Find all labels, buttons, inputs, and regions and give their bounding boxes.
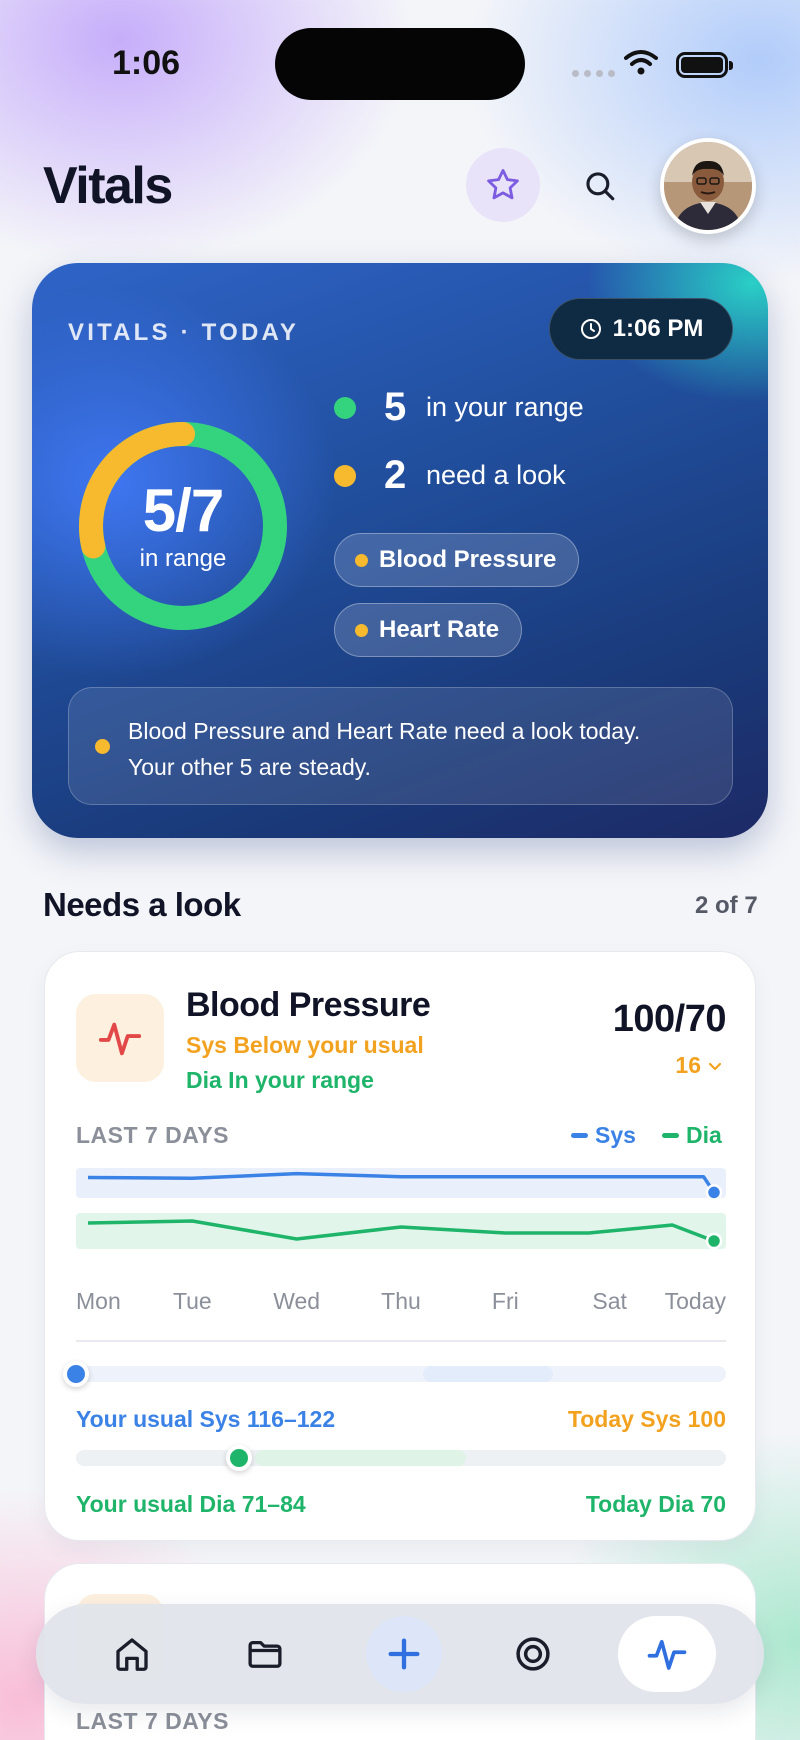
legend-dia: Dia — [662, 1122, 722, 1149]
goals-icon — [516, 1637, 550, 1671]
attention-dot — [355, 623, 368, 637]
page-title: Vitals — [43, 157, 173, 215]
tab-add[interactable] — [366, 1616, 442, 1692]
x-tick-label: Thu — [381, 1288, 421, 1314]
chip-heart-rate[interactable]: Heart Rate — [334, 603, 523, 657]
x-tick-label: Fri — [491, 1288, 519, 1314]
bp-value: 100/70 — [612, 998, 727, 1040]
attention-dot — [334, 464, 356, 487]
summary-time-pill: 1:06 PM — [549, 298, 733, 360]
chart-period: LAST 7 DAYS — [76, 1708, 229, 1734]
tab-bar — [36, 1604, 764, 1704]
sys-usual-band — [422, 1366, 553, 1382]
cellular-signal-icon — [572, 70, 615, 77]
tab-records[interactable] — [227, 1616, 303, 1692]
search-icon — [586, 172, 615, 201]
bp-delta: 16 — [675, 1052, 701, 1078]
wifi-icon — [624, 50, 658, 75]
attention-count: 2 — [384, 453, 407, 497]
card-title: Blood Pressure — [186, 986, 431, 1024]
needs-look-title: Needs a look — [43, 886, 241, 923]
attention-dot — [355, 553, 368, 567]
chip-label: Blood Pressure — [379, 546, 557, 573]
x-tick-label: Tue — [172, 1288, 212, 1314]
in-range-count: 5 — [384, 385, 407, 429]
bp-line-chart — [76, 1168, 726, 1250]
chip-blood-pressure[interactable]: Blood Pressure — [334, 533, 580, 587]
chip-label: Heart Rate — [379, 616, 500, 643]
sys-status: Sys Below your usual — [186, 1032, 424, 1058]
needs-look-count: 2 of 7 — [695, 892, 758, 919]
chart-period: LAST 7 DAYS — [76, 1122, 229, 1148]
x-tick-label: Sat — [592, 1288, 627, 1314]
vitals-card-icon — [76, 994, 164, 1082]
dia-status: Dia In your range — [186, 1067, 374, 1093]
in-range-fraction: 5/7 — [142, 477, 224, 544]
summary-note-line1: Blood Pressure and Heart Rate need a loo… — [128, 718, 641, 744]
usual-dia: Your usual Dia 71–84 — [76, 1491, 306, 1517]
vitals-icon — [647, 1639, 687, 1670]
pulse-icon — [98, 1022, 142, 1056]
x-tick-label: Wed — [273, 1288, 321, 1314]
dia-today-marker — [225, 1445, 252, 1471]
dia-today-point — [705, 1232, 723, 1250]
in-range-caption: in range — [139, 545, 227, 572]
favorites-button[interactable] — [466, 148, 540, 222]
in-range-dot — [334, 396, 356, 419]
battery-icon — [676, 52, 733, 78]
attention-stat: 2 need a look — [334, 453, 566, 498]
chart-x-axis: Mon Tue Wed Thu Fri Sat Today — [76, 1288, 726, 1318]
bp-delta-toggle[interactable]: 16 — [675, 1052, 723, 1079]
legend-dia-label: Dia — [686, 1122, 722, 1148]
sys-today-point — [705, 1184, 723, 1201]
sys-today-marker — [63, 1361, 89, 1387]
blood-pressure-card[interactable]: Blood Pressure Sys Below your usual Dia … — [44, 951, 756, 1541]
dynamic-island — [275, 28, 525, 100]
in-range-stat: 5 in your range — [334, 385, 584, 430]
dia-usual-band — [254, 1450, 466, 1466]
summary-note-line2: Your other 5 are steady. — [128, 754, 371, 780]
avatar[interactable] — [660, 138, 756, 234]
avatar-image — [664, 142, 752, 230]
legend-sys: Sys — [571, 1122, 636, 1149]
in-range-text: in your range — [426, 392, 584, 422]
x-tick-label: Today — [664, 1288, 726, 1314]
usual-sys: Your usual Sys 116–122 — [76, 1406, 336, 1432]
summary-label: VITALS · TODAY — [68, 319, 300, 346]
folder-icon — [248, 1640, 282, 1668]
summary-note: Blood Pressure and Heart Rate need a loo… — [68, 687, 733, 805]
today-dia: Today Dia 70 — [585, 1491, 726, 1517]
vitals-summary-card[interactable]: VITALS · TODAY 1:06 PM 5/7 in range 5 in… — [32, 263, 768, 838]
chevron-down-icon — [708, 1062, 722, 1070]
star-icon — [487, 169, 519, 200]
clock-icon — [580, 319, 601, 339]
status-time: 1:06 — [112, 44, 181, 82]
today-sys: Today Sys 100 — [567, 1406, 726, 1432]
summary-time: 1:06 PM — [612, 315, 704, 342]
dia-band — [76, 1213, 726, 1249]
home-icon — [116, 1638, 148, 1671]
tab-goals[interactable] — [495, 1616, 571, 1692]
attention-dot — [95, 739, 110, 754]
x-tick-label: Mon — [76, 1288, 121, 1314]
card-divider — [76, 1340, 726, 1342]
dia-range-slider — [76, 1445, 726, 1471]
sys-band — [76, 1168, 726, 1198]
attention-text: need a look — [426, 460, 566, 490]
tab-vitals[interactable] — [618, 1616, 716, 1692]
search-button[interactable] — [566, 152, 634, 220]
legend-sys-label: Sys — [595, 1122, 636, 1148]
sys-range-slider — [63, 1361, 726, 1387]
add-icon — [388, 1638, 420, 1670]
tab-home[interactable] — [94, 1616, 170, 1692]
